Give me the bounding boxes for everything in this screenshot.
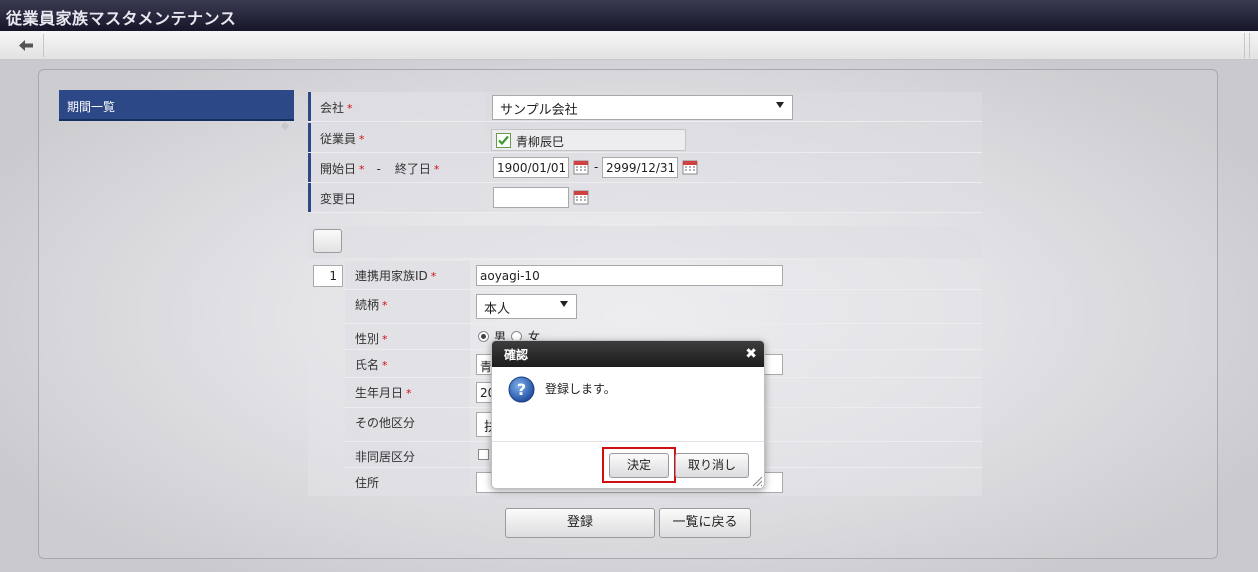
- dialog-header: 確認 ✖: [492, 341, 764, 367]
- checkmark-icon: [496, 133, 511, 148]
- back-to-list-button[interactable]: 一覧に戻る: [659, 508, 751, 538]
- required-mark: *: [433, 163, 440, 176]
- chevron-down-icon: [560, 301, 568, 307]
- app-titlebar: 従業員家族マスタメンテナンス: [0, 0, 1258, 31]
- start-date-value: 1900/01/01: [497, 161, 567, 175]
- toolbar-end-divider: [1244, 33, 1250, 58]
- relation-label: 続柄: [355, 298, 380, 312]
- period-separator: -: [376, 162, 381, 176]
- link-id-input[interactable]: aoyagi-10: [476, 265, 783, 286]
- company-label: 会社: [320, 101, 345, 115]
- calendar-icon[interactable]: [573, 189, 589, 205]
- change-date-label-cell: 変更日: [308, 183, 486, 212]
- other-category-label: その他区分: [355, 416, 416, 430]
- relation-row: 続柄 *: [345, 290, 982, 324]
- gender-male-radio[interactable]: [478, 331, 489, 342]
- relation-select[interactable]: 本人: [476, 294, 577, 319]
- date-range-separator: -: [594, 160, 599, 174]
- ok-button[interactable]: 決定: [609, 453, 669, 478]
- period-label-cell: 開始日 * - 終了日 *: [308, 153, 486, 182]
- arrow-left-icon: [19, 40, 33, 51]
- end-date-label: 終了日: [394, 162, 431, 176]
- employee-field[interactable]: 青柳辰巳: [491, 129, 686, 151]
- calendar-icon[interactable]: [573, 159, 589, 175]
- add-family-button[interactable]: [313, 229, 342, 253]
- non-cohabiting-label: 非同居区分: [355, 450, 416, 464]
- toolbar: [0, 31, 1258, 60]
- start-date-label: 開始日: [320, 162, 357, 176]
- end-date-value: 2999/12/31: [606, 161, 676, 175]
- required-mark: *: [406, 387, 412, 400]
- start-date-input[interactable]: 1900/01/01: [493, 157, 569, 178]
- name-label: 氏名: [355, 358, 380, 372]
- back-button[interactable]: [8, 34, 44, 57]
- required-mark: *: [359, 163, 365, 176]
- company-select-value: サンプル会社: [500, 103, 578, 118]
- collapse-handle-icon[interactable]: [280, 121, 290, 131]
- register-button[interactable]: 登録: [505, 508, 655, 538]
- employee-label-cell: 従業員 *: [308, 123, 486, 152]
- required-mark: *: [382, 359, 388, 372]
- chevron-down-icon: [776, 102, 784, 108]
- dialog-title: 確認: [504, 348, 529, 362]
- question-icon: ?: [508, 376, 535, 403]
- link-id-value: aoyagi-10: [480, 269, 540, 283]
- relation-select-value: 本人: [484, 302, 511, 317]
- svg-text:?: ?: [517, 380, 526, 399]
- sidebar-item-period-list[interactable]: 期間一覧: [59, 90, 294, 121]
- company-select[interactable]: サンプル会社: [492, 95, 793, 120]
- required-mark: *: [347, 102, 353, 115]
- cancel-button[interactable]: 取り消し: [675, 453, 749, 478]
- birthdate-label: 生年月日: [355, 386, 404, 400]
- required-mark: *: [359, 133, 365, 146]
- company-label-cell: 会社 *: [308, 92, 486, 121]
- change-date-row: 変更日: [308, 183, 982, 213]
- required-mark: *: [382, 299, 388, 312]
- confirm-dialog: 確認 ✖ ? 登録します。 決定 取り消し: [491, 340, 765, 489]
- gender-label: 性別: [355, 332, 380, 346]
- dialog-message: 登録します。: [545, 382, 616, 396]
- required-mark: *: [430, 270, 437, 283]
- family-index-badge: 1: [313, 265, 343, 287]
- required-mark: *: [382, 333, 388, 346]
- change-date-input[interactable]: [493, 187, 569, 208]
- family-section-header: [308, 226, 982, 258]
- resize-grip-icon[interactable]: [751, 475, 763, 487]
- change-date-label: 変更日: [320, 192, 357, 206]
- calendar-icon[interactable]: [682, 159, 698, 175]
- family-index: 1: [329, 269, 337, 283]
- end-date-input[interactable]: 2999/12/31: [602, 157, 678, 178]
- employee-label: 従業員: [320, 132, 357, 146]
- employee-name: 青柳辰巳: [516, 135, 565, 149]
- link-id-label: 連携用家族ID: [355, 269, 428, 283]
- sidebar-item-label: 期間一覧: [67, 100, 116, 114]
- non-cohabiting-checkbox[interactable]: [478, 449, 489, 460]
- close-icon[interactable]: ✖: [745, 346, 757, 362]
- dialog-footer: 決定 取り消し: [492, 441, 764, 488]
- address-label: 住所: [355, 476, 380, 490]
- page-title: 従業員家族マスタメンテナンス: [6, 9, 237, 28]
